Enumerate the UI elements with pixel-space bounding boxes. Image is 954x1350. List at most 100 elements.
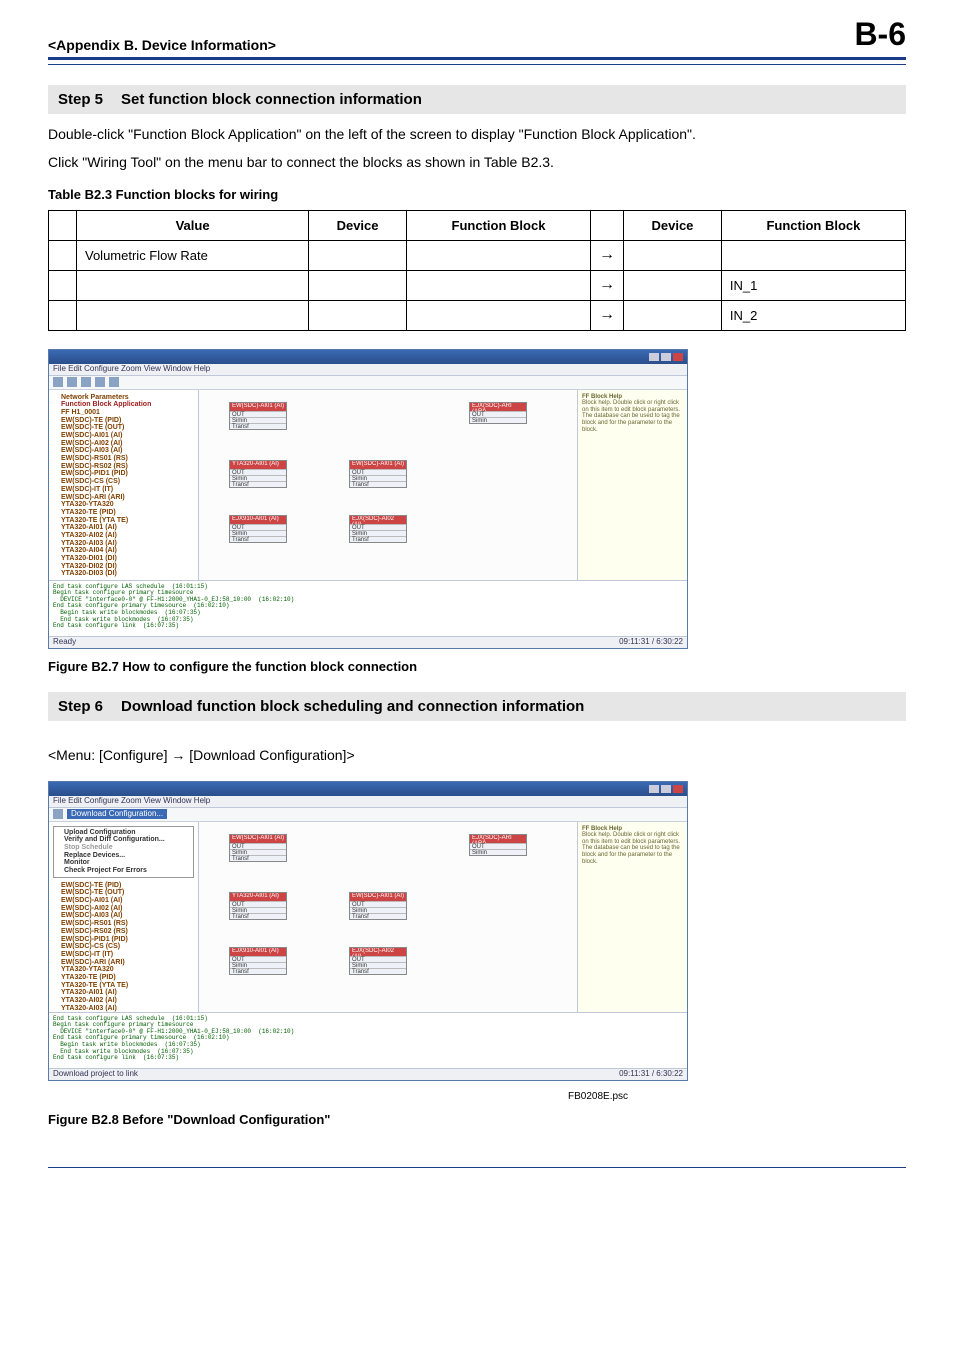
tree-node: EW(SDC)-TE (PID)	[53, 882, 194, 890]
block-row: Transf	[350, 968, 406, 974]
cell-blank	[49, 300, 77, 330]
tree-node: YTA320-AI04 (AI)	[53, 547, 194, 555]
tree-node: EW(SDC)-IT (IT)	[53, 486, 194, 494]
tree-node: Function Block Application	[53, 401, 194, 409]
toolbar-icon	[81, 377, 91, 387]
cell-device	[309, 270, 407, 300]
close-icon	[673, 785, 683, 793]
function-block: EJX910-AI01 (AI) OUT Simin Transf	[229, 947, 287, 975]
minimize-icon	[649, 785, 659, 793]
block-row: Transf	[350, 481, 406, 487]
tree-node: YTA320-AI01 (AI)	[53, 989, 194, 997]
tree-node: EW(SDC)-IT (IT)	[53, 951, 194, 959]
status-left: Ready	[53, 638, 76, 647]
cell-device	[309, 240, 407, 270]
toolbar-icon	[67, 377, 77, 387]
tree-node: YTA320-TE (YTA TE)	[53, 982, 194, 990]
tree-node: YTA320-AI02 (AI)	[53, 997, 194, 1005]
help-panel: FF Block Help Block help. Double click o…	[577, 822, 687, 1012]
block-title: EJX910-AI01 (AI)	[230, 948, 286, 956]
maximize-icon	[661, 353, 671, 361]
cell-device	[309, 300, 407, 330]
function-block: EJX(SDC)-AI02 (AI) OUT Simin Transf	[349, 515, 407, 543]
cell-fb2: IN_1	[721, 270, 905, 300]
function-block: YTA320-AI01 (AI) OUT Simin Transf	[229, 892, 287, 920]
cell-blank	[49, 240, 77, 270]
block-row: Transf	[230, 913, 286, 919]
tree-node: FF H1_0001	[53, 409, 194, 417]
step6-label: Step 6	[58, 698, 103, 715]
dropdown-menu: Upload Configuration Verify and Diff Con…	[53, 826, 194, 878]
block-row: Simin	[470, 849, 526, 855]
th-fnblock: Function Block	[406, 210, 590, 240]
menu-item: Check Project For Errors	[56, 867, 191, 875]
tree-node: EW(SDC)-AI01 (AI)	[53, 432, 194, 440]
th-arrow	[591, 210, 624, 240]
block-row: Transf	[350, 913, 406, 919]
th-device2: Device	[624, 210, 722, 240]
block-row: Simin	[470, 417, 526, 423]
toolbar-icon	[95, 377, 105, 387]
tree-node: YTA320-TE (PID)	[53, 974, 194, 982]
figure-b27-image: File Edit Configure Zoom View Window Hel…	[48, 349, 906, 649]
block-title: EW(SDC)-AI01 (AI)	[350, 461, 406, 469]
function-block: EW(SDC)-AI01 (AI) OUT Simin Transf	[229, 834, 287, 862]
window-titlebar	[49, 350, 687, 364]
status-bar: Download project to link 09:11:31 / 6:30…	[49, 1068, 687, 1080]
tree-node: EW(SDC)-CS (CS)	[53, 478, 194, 486]
tree-node: YTA320-DI01 (DI)	[53, 555, 194, 563]
log-panel: End task configure LAS schedule (16:01:1…	[49, 1012, 687, 1068]
table-b23-caption: Table B2.3 Function blocks for wiring	[48, 187, 906, 202]
menu-item: Stop Schedule	[56, 844, 191, 852]
step6-title: Download function block scheduling and c…	[121, 698, 584, 715]
toolbar-icon	[109, 377, 119, 387]
step5-para1: Double-click "Function Block Application…	[48, 124, 906, 144]
th-fnblock2: Function Block	[721, 210, 905, 240]
tree-node: YTA320-YTA320	[53, 501, 194, 509]
tree-panel: Network Parameters Function Block Applic…	[49, 390, 199, 580]
block-title: EJX(SDC)-AI02 (AI)	[350, 516, 406, 524]
table-row: → IN_2	[49, 300, 906, 330]
menu-item: Verify and Diff Configuration...	[56, 836, 191, 844]
cell-fb	[406, 240, 590, 270]
figure-b28-caption: Figure B2.8 Before "Download Configurati…	[48, 1112, 906, 1127]
help-panel: FF Block Help Block help. Double click o…	[577, 390, 687, 580]
cell-fb2	[721, 240, 905, 270]
canvas: EW(SDC)-AI01 (AI) OUT Simin Transf YTA32…	[199, 822, 577, 1012]
log-panel: End task configure LAS schedule (16:01:1…	[49, 580, 687, 636]
window-titlebar	[49, 782, 687, 796]
th-value: Value	[77, 210, 309, 240]
menu-item: Monitor	[56, 859, 191, 867]
cell-device2	[624, 240, 722, 270]
tree-node: EW(SDC)-AI03 (AI)	[53, 912, 194, 920]
block-title: EJX(SDC)-ARI (ARI)	[470, 835, 526, 843]
function-block: EW(SDC)-AI01 (AI) OUT Simin Transf	[349, 892, 407, 920]
toolbar: Download Configuration...	[49, 808, 687, 822]
step6-heading: Step 6 Download function block schedulin…	[48, 692, 906, 721]
status-bar: Ready 09:11:31 / 6:30:22	[49, 636, 687, 648]
toolbar-icon	[53, 809, 63, 819]
step5-label: Step 5	[58, 91, 103, 108]
figure-b28-image: File Edit Configure Zoom View Window Hel…	[48, 781, 906, 1081]
tree-node: EW(SDC)-RS01 (RS)	[53, 920, 194, 928]
toolbar	[49, 376, 687, 390]
function-block: EJX(SDC)-ARI (ARI) OUT Simin	[469, 402, 527, 424]
arrow-icon: →	[591, 270, 624, 300]
help-title: FF Block Help	[582, 394, 622, 400]
arrow-icon: →	[591, 240, 624, 270]
close-icon	[673, 353, 683, 361]
arrow-icon: →	[591, 300, 624, 330]
block-row: Transf	[230, 423, 286, 429]
status-right: 09:11:31 / 6:30:22	[619, 638, 683, 647]
cell-fb2: IN_2	[721, 300, 905, 330]
tree-node: YTA320-AI03 (AI)	[53, 540, 194, 548]
th-device: Device	[309, 210, 407, 240]
tree-node: EW(SDC)-AI01 (AI)	[53, 897, 194, 905]
block-title: EW(SDC)-AI01 (AI)	[350, 893, 406, 901]
table-row: Volumetric Flow Rate →	[49, 240, 906, 270]
tree-node: EW(SDC)-RS02 (RS)	[53, 928, 194, 936]
function-block: EW(SDC)-AI01 (AI) OUT Simin Transf	[349, 460, 407, 488]
tree-node: EW(SDC)-ARI (ARI)	[53, 959, 194, 967]
tree-node: EW(SDC)-RS01 (RS)	[53, 455, 194, 463]
help-body: Block help. Double click or right click …	[582, 400, 680, 432]
